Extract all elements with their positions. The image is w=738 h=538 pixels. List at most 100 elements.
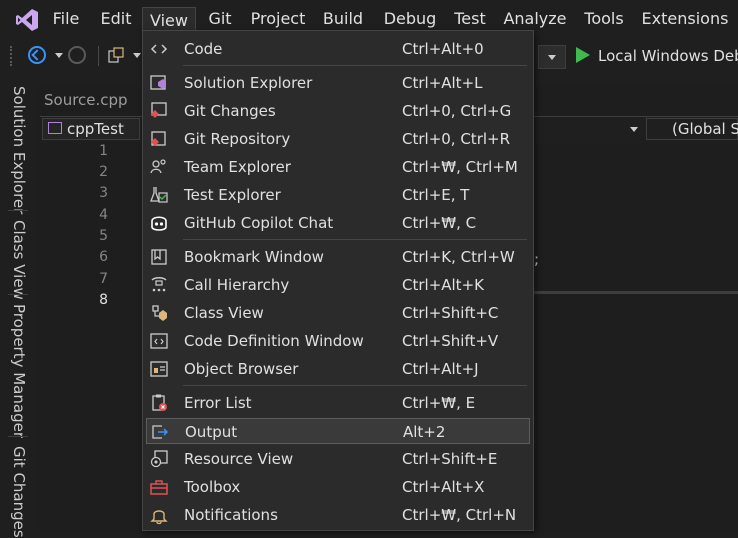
menu-item-error-list[interactable]: Error List Ctrl+₩, E [146, 390, 530, 416]
menu-tools[interactable]: Tools [580, 0, 628, 38]
menu-item-shortcut: Ctrl+Alt+K [402, 276, 484, 294]
back-dropdown-icon[interactable] [55, 53, 63, 58]
menu-item-label: Code [184, 40, 223, 58]
side-tab-class-view[interactable]: Class View [10, 220, 28, 300]
menu-item-bookmark-window[interactable]: Bookmark Window Ctrl+K, Ctrl+W [146, 244, 530, 270]
menu-item-label: Object Browser [184, 360, 299, 378]
side-tab-git-changes[interactable]: Git Changes [10, 446, 28, 538]
cpp-project-icon [48, 122, 62, 134]
test-explorer-icon [150, 187, 168, 203]
side-tab-divider [8, 210, 28, 211]
menu-item-test-explorer[interactable]: Test Explorer Ctrl+E, T [146, 182, 530, 208]
menu-item-shortcut: Ctrl+₩, E [402, 394, 476, 412]
scope-label[interactable]: (Global Sc [672, 118, 738, 140]
menu-item-git-changes[interactable]: Git Changes Ctrl+0, Ctrl+G [146, 98, 530, 124]
side-tab-property-manager[interactable]: Property Manager [10, 304, 28, 438]
scope-dropdown-arrow-icon[interactable] [630, 127, 638, 132]
menu-item-label: Bookmark Window [184, 248, 324, 266]
output-icon [152, 425, 169, 439]
menu-item-shortcut: Ctrl+Alt+J [402, 360, 479, 378]
left-tool-window-strip: Solution Explorer Class View Property Ma… [0, 74, 36, 538]
team-explorer-icon [150, 159, 166, 174]
class-view-icon [152, 305, 167, 321]
menu-item-shortcut: Ctrl+Alt+L [402, 74, 483, 92]
menu-item-resource-view[interactable]: Resource View Ctrl+Shift+E [146, 446, 530, 472]
bell-icon [150, 510, 168, 525]
menu-extensions[interactable]: Extensions [640, 0, 730, 38]
menu-item-label: Git Changes [184, 102, 276, 120]
side-tab-solution-explorer[interactable]: Solution Explorer [10, 86, 28, 214]
menu-item-solution-explorer[interactable]: Solution Explorer Ctrl+Alt+L [146, 70, 530, 96]
current-line-highlight [534, 291, 738, 294]
menu-item-call-hierarchy[interactable]: Call Hierarchy Ctrl+Alt+K [146, 272, 530, 298]
new-item-icon[interactable] [108, 47, 124, 63]
menu-item-label: Team Explorer [184, 158, 291, 176]
solution-explorer-icon [150, 75, 166, 90]
error-list-icon [152, 394, 167, 411]
line-number: 4 [99, 207, 108, 223]
code-text[interactable]: ; [534, 250, 539, 268]
menu-item-class-view[interactable]: Class View Ctrl+Shift+C [146, 300, 530, 326]
menu-item-shortcut: Ctrl+Shift+E [402, 450, 498, 468]
navigate-back-icon[interactable] [28, 46, 46, 64]
menu-item-label: Toolbox [184, 478, 241, 496]
menu-item-notifications[interactable]: Notifications Ctrl+₩, Ctrl+N [146, 502, 530, 528]
menu-item-label: Output [185, 423, 238, 441]
menu-item-label: Notifications [184, 506, 278, 524]
menu-separator [183, 385, 527, 386]
new-item-dropdown-icon[interactable] [133, 53, 141, 58]
menu-item-team-explorer[interactable]: Team Explorer Ctrl+₩, Ctrl+M [146, 154, 530, 180]
copilot-icon [151, 216, 167, 231]
git-changes-icon [151, 102, 167, 118]
start-debugging-icon[interactable] [576, 47, 590, 63]
menu-item-label: GitHub Copilot Chat [184, 214, 334, 232]
menu-item-shortcut: Ctrl+Shift+C [402, 304, 499, 322]
toolbox-icon [150, 480, 168, 495]
line-number: 1 [99, 143, 108, 159]
menu-item-git-repository[interactable]: Git Repository Ctrl+0, Ctrl+R [146, 126, 530, 152]
line-number: 5 [99, 228, 108, 244]
code-icon [150, 44, 168, 54]
menu-item-github-copilot-chat[interactable]: GitHub Copilot Chat Ctrl+₩, C [146, 210, 530, 236]
menu-edit[interactable]: Edit [96, 0, 136, 38]
menu-item-label: Git Repository [184, 130, 291, 148]
document-tab-source-cpp[interactable]: Source.cpp [44, 88, 128, 112]
object-browser-icon [150, 361, 168, 377]
resource-view-icon [150, 450, 168, 468]
menu-item-output[interactable]: Output Alt+2 [146, 418, 530, 444]
toolbar-grip-icon[interactable] [10, 46, 16, 66]
menu-separator [183, 65, 527, 66]
menu-item-label: Error List [184, 394, 252, 412]
menu-item-shortcut: Ctrl+₩, Ctrl+N [402, 506, 517, 524]
project-name[interactable]: cppTest [67, 118, 124, 140]
menu-item-shortcut: Ctrl+E, T [402, 186, 470, 204]
side-tab-divider [8, 294, 28, 295]
bookmark-icon [151, 249, 167, 265]
menu-item-label: Solution Explorer [184, 74, 313, 92]
menu-item-code-definition-window[interactable]: Code Definition Window Ctrl+Shift+V [146, 328, 530, 354]
git-repository-icon [151, 131, 166, 146]
solution-platform-dropdown[interactable] [538, 45, 566, 69]
menu-item-toolbox[interactable]: Toolbox Ctrl+Alt+X [146, 474, 530, 500]
menu-item-object-browser[interactable]: Object Browser Ctrl+Alt+J [146, 356, 530, 382]
navigate-forward-icon[interactable] [68, 46, 86, 64]
view-menu-dropdown: Code Ctrl+Alt+0 Solution Explorer Ctrl+A… [142, 30, 534, 531]
visual-studio-logo-icon[interactable] [14, 7, 40, 33]
menu-item-shortcut: Ctrl+0, Ctrl+G [402, 102, 512, 120]
run-target-button[interactable]: Local Windows Debu [598, 45, 738, 67]
menu-item-shortcut: Ctrl+Alt+0 [402, 40, 484, 58]
menu-item-label: Test Explorer [184, 186, 281, 204]
menu-item-shortcut: Ctrl+₩, Ctrl+M [402, 158, 518, 176]
menu-item-code[interactable]: Code Ctrl+Alt+0 [146, 36, 530, 62]
menu-item-shortcut: Ctrl+K, Ctrl+W [402, 248, 515, 266]
line-number: 7 [99, 271, 108, 287]
menu-item-label: Resource View [184, 450, 294, 468]
menu-file[interactable]: File [48, 0, 84, 38]
menu-item-shortcut: Ctrl+Alt+X [402, 478, 485, 496]
menu-separator [183, 239, 527, 240]
menu-item-label: Code Definition Window [184, 332, 364, 350]
line-number: 2 [99, 164, 108, 180]
call-hierarchy-icon [151, 277, 167, 292]
side-tab-divider [8, 436, 28, 437]
line-number-current: 8 [99, 292, 108, 308]
